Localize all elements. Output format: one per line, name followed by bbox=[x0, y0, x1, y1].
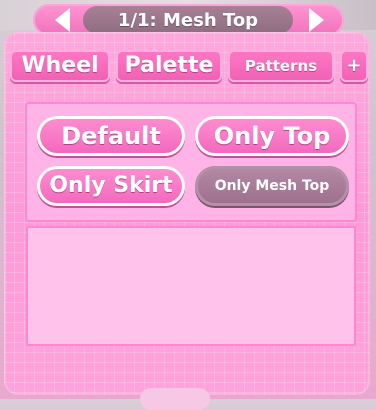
tab-patterns[interactable]: Patterns bbox=[228, 50, 334, 82]
presets-box: Default Only Top Only Skirt Only Mesh To… bbox=[25, 102, 357, 222]
prev-button[interactable] bbox=[50, 8, 74, 32]
content-area bbox=[26, 226, 356, 346]
right-arrow-icon bbox=[308, 8, 324, 32]
tab-wheel[interactable]: Wheel bbox=[10, 50, 110, 82]
only-skirt-button[interactable]: Only Skirt bbox=[37, 166, 185, 206]
default-button[interactable]: Default bbox=[37, 116, 185, 156]
header-title: 1/1: Mesh Top bbox=[117, 10, 259, 31]
tab-bar: Wheel Palette Patterns + bbox=[10, 50, 370, 86]
only-mesh-top-button[interactable]: Only Mesh Top bbox=[195, 166, 349, 206]
tab-palette[interactable]: Palette bbox=[116, 50, 222, 82]
header-title-pill: 1/1: Mesh Top bbox=[83, 6, 293, 34]
editor-panel: Wheel Palette Patterns + Default Only To… bbox=[4, 32, 370, 395]
tab-add-button[interactable]: + bbox=[340, 50, 368, 82]
next-button[interactable] bbox=[304, 8, 328, 32]
bottom-hint bbox=[140, 388, 210, 410]
left-arrow-icon bbox=[54, 8, 70, 32]
only-top-button[interactable]: Only Top bbox=[195, 116, 349, 156]
